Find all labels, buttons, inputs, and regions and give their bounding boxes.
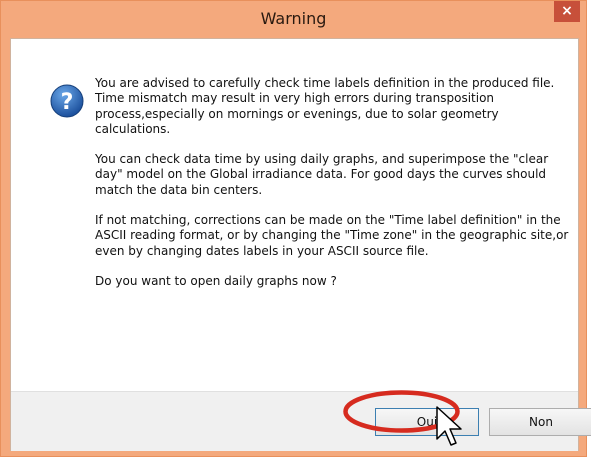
dialog-title: Warning — [260, 9, 327, 28]
warning-dialog: Warning × ? You are advised to carefully… — [0, 0, 591, 457]
message-paragraph-1: You are advised to carefully check time … — [95, 76, 555, 136]
svg-text:?: ? — [61, 90, 74, 115]
close-button[interactable]: × — [554, 1, 580, 22]
message-paragraph-2: You can check data time by using daily g… — [95, 152, 549, 197]
button-bar: Oui Non — [11, 391, 591, 451]
message-paragraph-3: If not matching, corrections can be made… — [95, 213, 569, 258]
dialog-client-area: ? You are advised to carefully check tim… — [10, 38, 591, 451]
mouse-pointer-icon — [436, 406, 462, 446]
message-area: ? You are advised to carefully check tim… — [11, 39, 578, 391]
no-button[interactable]: Non — [489, 408, 591, 436]
message-text: You are advised to carefully check time … — [95, 76, 570, 304]
title-bar[interactable]: Warning × — [1, 1, 586, 37]
question-icon: ? — [50, 84, 84, 118]
message-paragraph-4: Do you want to open daily graphs now ? — [95, 273, 337, 288]
